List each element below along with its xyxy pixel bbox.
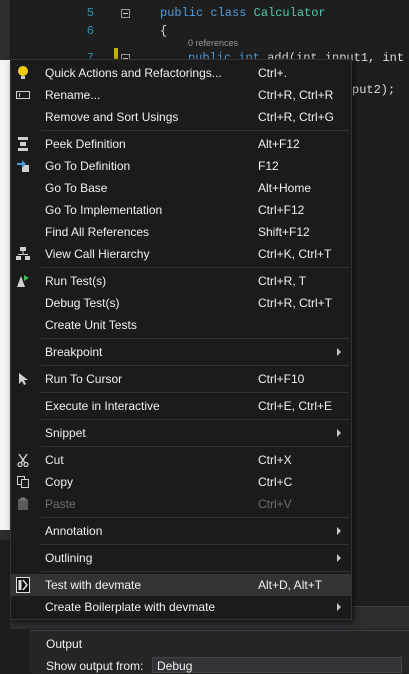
menu-item-run-to-cursor[interactable]: Run To Cursor Ctrl+F10	[11, 368, 351, 390]
submenu-arrow-icon	[337, 429, 341, 437]
menu-item-cut[interactable]: Cut Ctrl+X	[11, 449, 351, 471]
copy-icon	[15, 474, 31, 490]
submenu-arrow-icon	[337, 603, 341, 611]
codelens-references[interactable]: 0 references	[188, 38, 238, 48]
menu-item-go-to-base[interactable]: Go To Base Alt+Home	[11, 177, 351, 199]
submenu-arrow-icon	[337, 348, 341, 356]
menu-item-annotation[interactable]: Annotation	[11, 520, 351, 542]
code-line-6: {	[160, 24, 168, 38]
menu-separator	[41, 130, 349, 131]
left-tool-strip	[0, 0, 10, 540]
menu-item-outlining[interactable]: Outlining	[11, 547, 351, 569]
menu-item-find-all-references[interactable]: Find All References Shift+F12	[11, 221, 351, 243]
menu-separator	[41, 365, 349, 366]
context-menu: Quick Actions and Refactorings... Ctrl+.…	[10, 59, 352, 620]
menu-separator	[41, 419, 349, 420]
menu-separator	[41, 544, 349, 545]
menu-item-peek-definition[interactable]: Peek Definition Alt+F12	[11, 133, 351, 155]
menu-separator	[41, 571, 349, 572]
menu-item-create-unit-tests[interactable]: Create Unit Tests	[11, 314, 351, 336]
menu-item-paste[interactable]: Paste Ctrl+V	[11, 493, 351, 515]
show-output-label: Show output from:	[46, 659, 144, 673]
menu-item-test-with-devmate[interactable]: Test with devmate Alt+D, Alt+T	[11, 574, 351, 596]
code-overflow: put2);	[352, 83, 396, 97]
menu-item-copy[interactable]: Copy Ctrl+C	[11, 471, 351, 493]
call-hierarchy-icon	[15, 246, 31, 262]
menu-item-rename[interactable]: Rename... Ctrl+R, Ctrl+R	[11, 84, 351, 106]
code-line-5: public class Calculator	[160, 6, 326, 20]
go-to-definition-icon	[15, 158, 31, 174]
menu-item-debug-tests[interactable]: Debug Test(s) Ctrl+R, Ctrl+T	[11, 292, 351, 314]
output-panel: Output Show output from: Debug	[30, 630, 409, 673]
menu-item-execute-in-interactive[interactable]: Execute in Interactive Ctrl+E, Ctrl+E	[11, 395, 351, 417]
lightbulb-icon	[15, 65, 31, 81]
output-source-select[interactable]: Debug	[152, 657, 402, 673]
menu-item-breakpoint[interactable]: Breakpoint	[11, 341, 351, 363]
menu-item-snippet[interactable]: Snippet	[11, 422, 351, 444]
output-title: Output	[46, 637, 83, 651]
menu-item-remove-sort-usings[interactable]: Remove and Sort Usings Ctrl+R, Ctrl+G	[11, 106, 351, 128]
devmate-icon	[15, 577, 31, 593]
menu-item-go-to-definition[interactable]: Go To Definition F12	[11, 155, 351, 177]
paste-icon	[15, 496, 31, 512]
menu-separator	[41, 517, 349, 518]
menu-separator	[41, 392, 349, 393]
line-number-5: 5	[86, 6, 94, 20]
menu-separator	[41, 446, 349, 447]
menu-item-create-boilerplate-devmate[interactable]: Create Boilerplate with devmate	[11, 596, 351, 618]
menu-item-quick-actions[interactable]: Quick Actions and Refactorings... Ctrl+.	[11, 62, 351, 84]
peek-definition-icon	[15, 136, 31, 152]
menu-separator	[41, 267, 349, 268]
fold-toggle-icon[interactable]	[121, 9, 130, 18]
cursor-arrow-icon	[15, 371, 31, 387]
menu-item-run-tests[interactable]: Run Test(s) Ctrl+R, T	[11, 270, 351, 292]
rename-icon	[15, 87, 31, 103]
submenu-arrow-icon	[337, 527, 341, 535]
menu-item-view-call-hierarchy[interactable]: View Call Hierarchy Ctrl+K, Ctrl+T	[11, 243, 351, 265]
run-tests-icon	[15, 273, 31, 289]
menu-item-go-to-implementation[interactable]: Go To Implementation Ctrl+F12	[11, 199, 351, 221]
submenu-arrow-icon	[337, 554, 341, 562]
line-number-6: 6	[86, 24, 94, 38]
menu-separator	[41, 338, 349, 339]
scissors-icon	[15, 452, 31, 468]
